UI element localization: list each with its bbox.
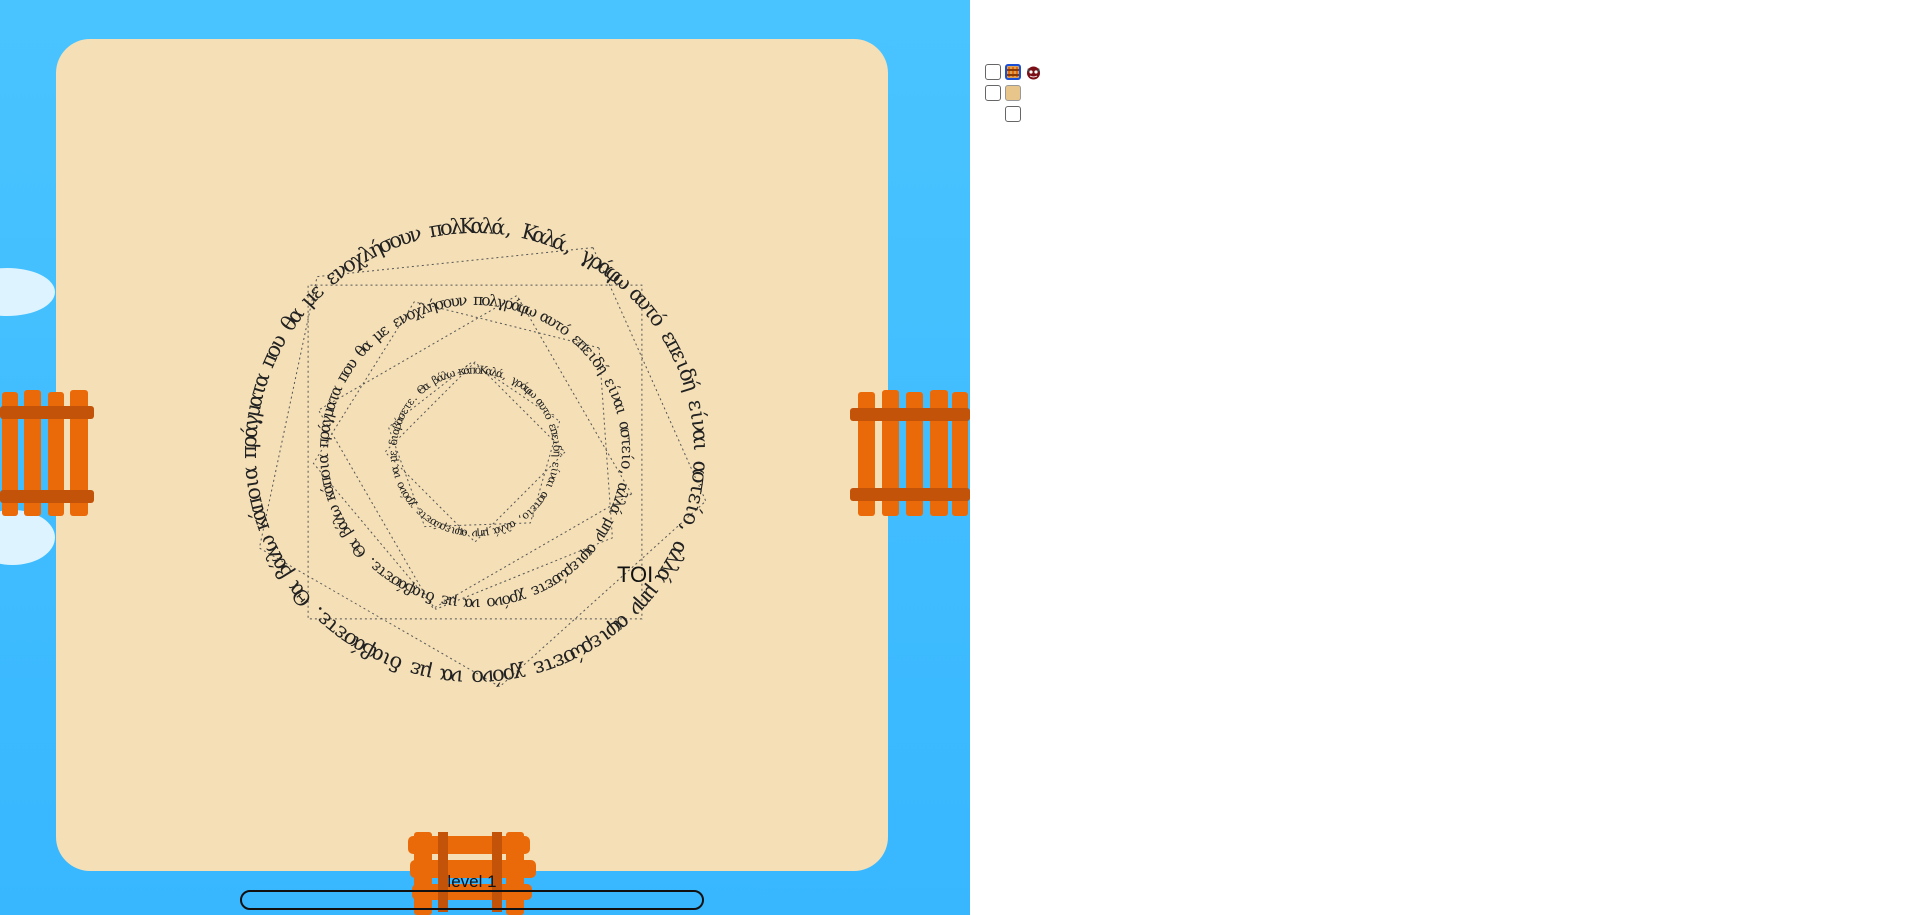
- spiral-glyph: ν: [471, 527, 478, 540]
- spiral-glyph: α: [314, 452, 332, 464]
- text-spiral: Καλά, γράφω αυτό επειδή είναι αστείο, αλ…: [237, 214, 713, 690]
- spiral-glyph: ι: [689, 442, 713, 451]
- spiral-glyph: ή: [550, 450, 563, 457]
- board-tile-icon[interactable]: [1005, 85, 1021, 101]
- spiral-glyph: ο: [471, 666, 484, 690]
- spiral-glyph: α: [438, 663, 455, 689]
- empty-slot-icon[interactable]: [1005, 106, 1021, 122]
- game-area: Καλά, γράφω αυτό επειδή είναι αστείο, αλ…: [0, 0, 970, 915]
- star-guide: [307, 284, 643, 620]
- spiral-glyph: ν: [457, 291, 468, 310]
- monster-icon[interactable]: [1025, 64, 1042, 81]
- spiral-glyph: ,: [616, 469, 635, 476]
- spiral-glyph: α: [388, 464, 402, 475]
- spiral-glyph: α: [462, 595, 474, 613]
- spiral-glyph: ο: [485, 594, 496, 613]
- empty-slot-icon[interactable]: [985, 85, 1001, 101]
- spiral-glyph: α: [237, 465, 262, 481]
- right-fence-gate[interactable]: [850, 388, 970, 520]
- floating-word[interactable]: TOI: [617, 562, 653, 588]
- level-label: level 1: [447, 872, 497, 891]
- spiral-glyph: ο: [474, 363, 481, 376]
- level-progress-bar: [240, 890, 704, 910]
- spiral-glyph: ε: [386, 450, 399, 456]
- empty-slot-icon[interactable]: [985, 64, 1001, 80]
- bridge-tile-icon[interactable]: [1005, 64, 1021, 80]
- left-fence-gate[interactable]: [0, 388, 96, 520]
- spiral-glyph: ε: [618, 445, 636, 453]
